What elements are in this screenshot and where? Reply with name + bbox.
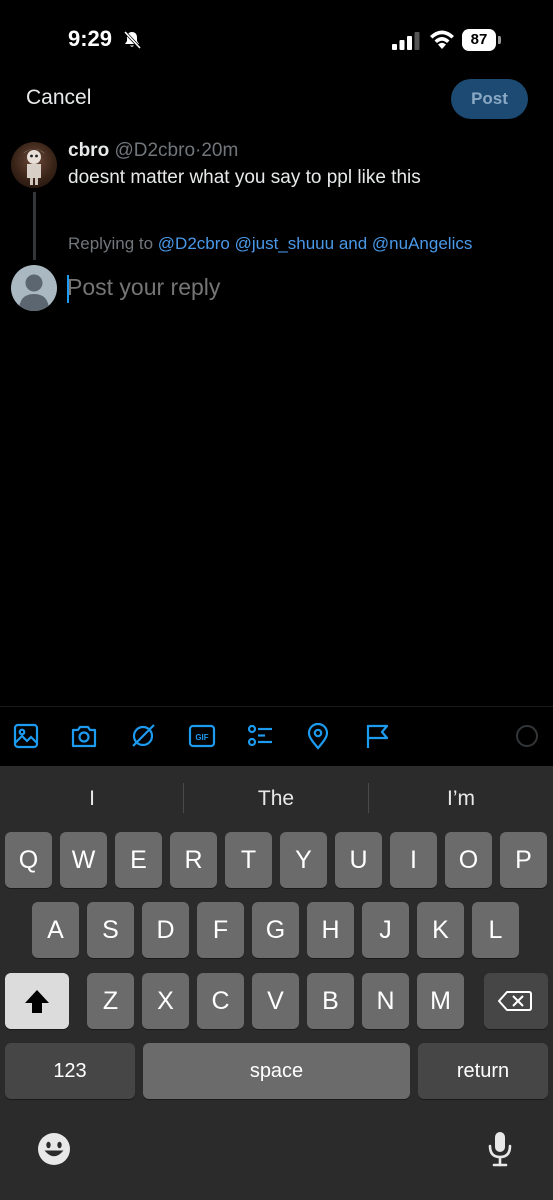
microphone-icon[interactable] <box>486 1130 514 1168</box>
key[interactable]: F <box>197 902 244 958</box>
status-time: 9:29 <box>68 26 113 51</box>
key[interactable]: N <box>362 973 409 1029</box>
shift-key[interactable] <box>5 973 69 1029</box>
key[interactable]: L <box>472 902 519 958</box>
reply-input[interactable] <box>67 274 507 301</box>
suggestion[interactable]: I’m <box>386 787 536 811</box>
mention-link[interactable]: @D2cbro <box>158 234 230 253</box>
key[interactable]: A <box>32 902 79 958</box>
key[interactable]: R <box>170 832 217 888</box>
tweet-author-line: cbro @D2cbro·20m <box>68 140 238 162</box>
key[interactable]: H <box>307 902 354 958</box>
key[interactable]: V <box>252 973 299 1029</box>
cellular-signal-icon <box>392 32 420 50</box>
suggestion-divider <box>183 783 184 813</box>
cancel-button[interactable]: Cancel <box>26 86 91 110</box>
image-icon[interactable] <box>11 721 41 751</box>
space-key[interactable]: space <box>143 1043 410 1099</box>
replying-prefix: Replying to <box>68 234 158 253</box>
poll-icon[interactable] <box>245 721 275 751</box>
svg-text:GIF: GIF <box>195 733 208 742</box>
wifi-icon <box>430 30 454 49</box>
key[interactable]: P <box>500 832 547 888</box>
gif-icon[interactable]: GIF <box>187 721 217 751</box>
text-cursor <box>67 275 69 303</box>
thread-line <box>33 192 36 260</box>
grok-icon[interactable] <box>128 721 158 751</box>
key[interactable]: O <box>445 832 492 888</box>
key[interactable]: G <box>252 902 299 958</box>
post-button[interactable]: Post <box>451 79 528 119</box>
replying-to-line: Replying to @D2cbro @just_shuuu and @nuA… <box>68 234 472 254</box>
battery-indicator: 87 <box>462 29 502 51</box>
key[interactable]: M <box>417 973 464 1029</box>
flag-icon[interactable] <box>362 721 392 751</box>
suggestion-divider <box>368 783 369 813</box>
key[interactable]: E <box>115 832 162 888</box>
suggestion[interactable]: The <box>201 787 351 811</box>
key[interactable]: T <box>225 832 272 888</box>
location-icon[interactable] <box>303 721 333 751</box>
key[interactable]: K <box>417 902 464 958</box>
bell-muted-icon <box>123 30 142 50</box>
key[interactable]: X <box>142 973 189 1029</box>
key[interactable]: Y <box>280 832 327 888</box>
emoji-icon[interactable] <box>36 1131 72 1167</box>
character-count-indicator <box>516 725 538 747</box>
battery-level: 87 <box>470 31 488 48</box>
mention-link[interactable]: @nuAngelics <box>372 234 472 253</box>
key[interactable]: C <box>197 973 244 1029</box>
mention-conjunction: and <box>338 234 368 253</box>
backspace-icon <box>498 991 532 1011</box>
tweet-age: 20m <box>201 140 239 161</box>
toolbar-divider <box>0 706 553 707</box>
mention-link[interactable]: @just_shuuu <box>235 234 335 253</box>
tweet-text: doesnt matter what you say to ppl like t… <box>68 167 421 188</box>
author-name[interactable]: cbro <box>68 140 109 161</box>
key[interactable]: B <box>307 973 354 1029</box>
key[interactable]: J <box>362 902 409 958</box>
key[interactable]: U <box>335 832 382 888</box>
key[interactable]: I <box>390 832 437 888</box>
suggestion[interactable]: I <box>17 787 167 811</box>
user-avatar <box>11 265 57 311</box>
camera-icon[interactable] <box>69 721 99 751</box>
key[interactable]: D <box>142 902 189 958</box>
author-handle[interactable]: @D2cbro <box>114 140 195 161</box>
author-avatar[interactable] <box>11 142 57 188</box>
key[interactable]: Q <box>5 832 52 888</box>
key[interactable]: Z <box>87 973 134 1029</box>
shift-arrow-icon <box>25 990 49 1013</box>
numbers-key[interactable]: 123 <box>5 1043 135 1099</box>
key[interactable]: S <box>87 902 134 958</box>
return-key[interactable]: return <box>418 1043 548 1099</box>
key[interactable]: W <box>60 832 107 888</box>
delete-key[interactable] <box>484 973 548 1029</box>
